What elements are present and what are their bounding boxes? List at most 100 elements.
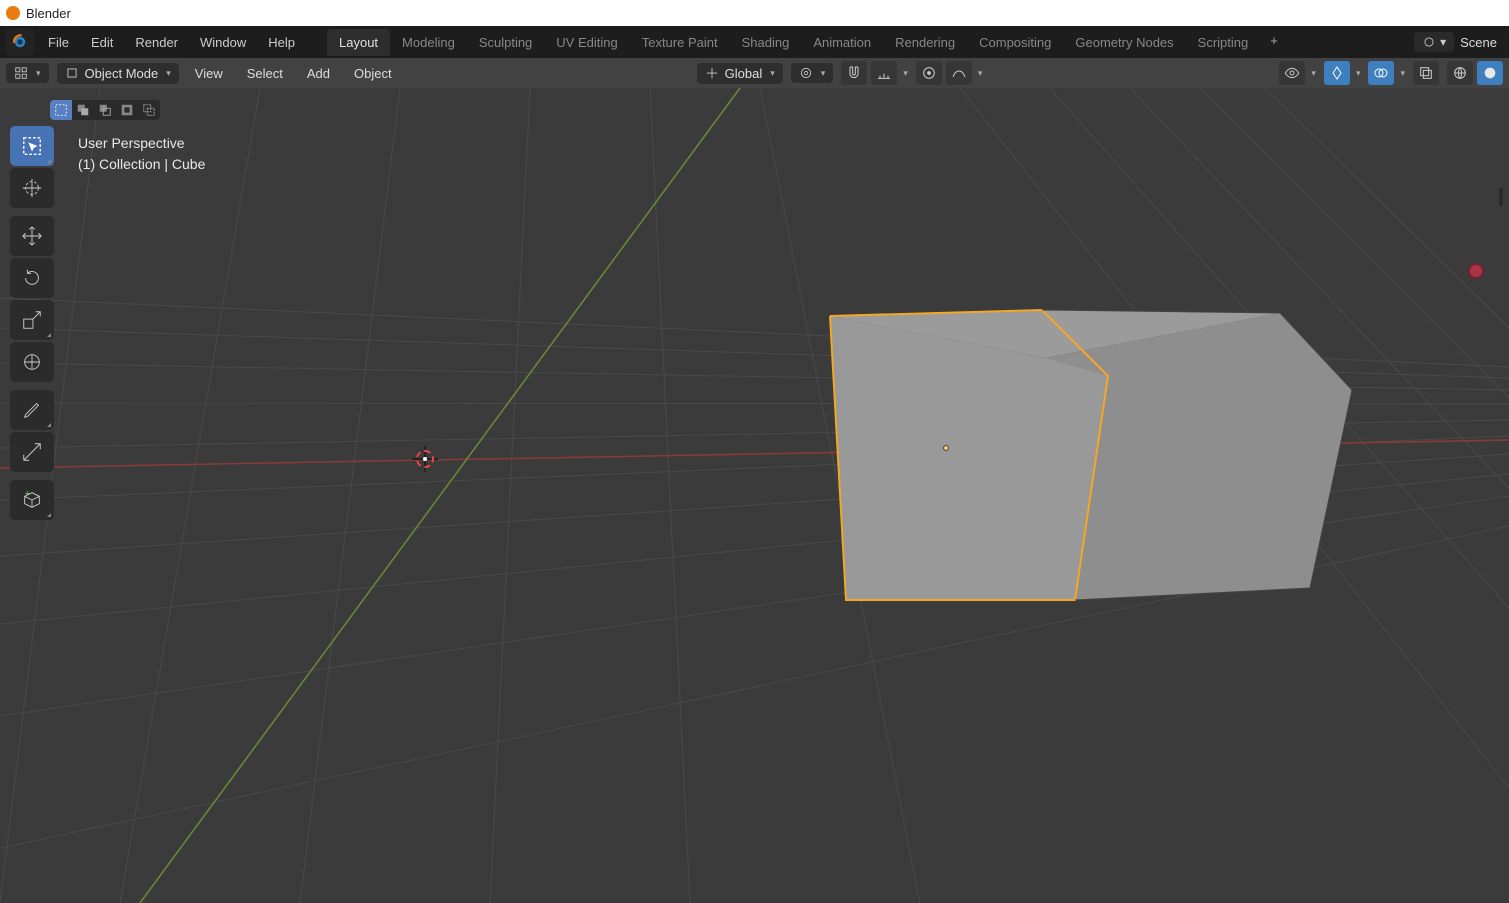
view-mode-label: User Perspective bbox=[78, 133, 205, 154]
window-title: Blender bbox=[26, 6, 71, 21]
menu-file[interactable]: File bbox=[38, 31, 79, 54]
menu-select[interactable]: Select bbox=[239, 62, 291, 85]
sphere-solid-icon bbox=[1482, 65, 1498, 81]
menu-window[interactable]: Window bbox=[190, 31, 256, 54]
chevron-down-icon: ▾ bbox=[1400, 68, 1405, 79]
chevron-down-icon: ▾ bbox=[166, 68, 171, 79]
editor-type-selector[interactable]: ▾ bbox=[6, 63, 49, 83]
menu-add[interactable]: Add bbox=[299, 62, 338, 85]
tab-rendering[interactable]: Rendering bbox=[883, 29, 967, 56]
tab-compositing[interactable]: Compositing bbox=[967, 29, 1063, 56]
gizmo-toggle[interactable] bbox=[1324, 61, 1350, 85]
tab-shading[interactable]: Shading bbox=[730, 29, 802, 56]
shading-solid[interactable] bbox=[1477, 61, 1503, 85]
proportional-toggle[interactable] bbox=[916, 61, 942, 85]
tab-layout[interactable]: Layout bbox=[327, 29, 390, 56]
object-origin bbox=[943, 445, 949, 451]
tab-add-workspace[interactable]: + bbox=[1260, 29, 1288, 56]
menu-edit[interactable]: Edit bbox=[81, 31, 123, 54]
tool-move[interactable] bbox=[10, 216, 54, 256]
tool-measure[interactable] bbox=[10, 432, 54, 472]
tab-scripting[interactable]: Scripting bbox=[1186, 29, 1261, 56]
scene-selector[interactable]: ▾ bbox=[1414, 32, 1454, 52]
object-mode-icon bbox=[65, 66, 79, 80]
axis-gizmo-x[interactable] bbox=[1468, 263, 1484, 279]
chevron-down-icon: ▾ bbox=[770, 68, 775, 79]
chevron-down-icon: ▾ bbox=[821, 68, 826, 79]
scene-name[interactable]: Scene bbox=[1460, 35, 1497, 50]
pivot-point[interactable]: ▾ bbox=[791, 63, 834, 83]
viewport-header: ▾ Object Mode ▾ View Select Add Object G… bbox=[0, 58, 1509, 88]
viewport-info: User Perspective (1) Collection | Cube bbox=[78, 133, 205, 175]
mode-label: Object Mode bbox=[85, 66, 159, 81]
tab-geometry-nodes[interactable]: Geometry Nodes bbox=[1063, 29, 1185, 56]
select-mode-extend[interactable] bbox=[72, 100, 94, 120]
3d-viewport[interactable]: User Perspective (1) Collection | Cube bbox=[0, 88, 1509, 903]
snap-increment-icon bbox=[876, 65, 892, 81]
gizmo-icon bbox=[1329, 65, 1345, 81]
overlays-toggle[interactable] bbox=[1368, 61, 1394, 85]
pivot-icon bbox=[799, 66, 813, 80]
chevron-down-icon: ▾ bbox=[36, 68, 41, 79]
menu-help[interactable]: Help bbox=[258, 31, 305, 54]
svg-text:+: + bbox=[25, 489, 30, 498]
chevron-down-icon: ▾ bbox=[978, 68, 983, 79]
overlays-icon bbox=[1373, 65, 1389, 81]
toolbar: + bbox=[10, 126, 54, 520]
chevron-down-icon: ▾ bbox=[903, 68, 908, 79]
blender-logo-icon bbox=[6, 6, 20, 20]
titlebar: Blender bbox=[0, 0, 1509, 26]
select-mode-intersect[interactable] bbox=[138, 100, 160, 120]
tab-animation[interactable]: Animation bbox=[801, 29, 883, 56]
tab-uv-editing[interactable]: UV Editing bbox=[544, 29, 629, 56]
workspace-tabs: Layout Modeling Sculpting UV Editing Tex… bbox=[327, 29, 1288, 56]
snap-target[interactable] bbox=[871, 61, 897, 85]
circle-dot-icon bbox=[921, 65, 937, 81]
mode-selector[interactable]: Object Mode ▾ bbox=[57, 63, 179, 84]
collection-object-label: (1) Collection | Cube bbox=[78, 154, 205, 175]
chevron-down-icon: ▾ bbox=[1311, 68, 1316, 79]
3d-cursor bbox=[412, 446, 438, 472]
topbar: File Edit Render Window Help Layout Mode… bbox=[0, 26, 1509, 58]
transform-orientation[interactable]: Global ▾ bbox=[697, 63, 783, 84]
tool-transform[interactable] bbox=[10, 342, 54, 382]
select-mode-subtract[interactable] bbox=[94, 100, 116, 120]
blender-icon[interactable] bbox=[6, 28, 34, 56]
n-panel-handle[interactable] bbox=[1499, 188, 1503, 206]
globe-wire-icon bbox=[1452, 65, 1468, 81]
tool-select-box[interactable] bbox=[10, 126, 54, 166]
viewport-scene bbox=[0, 88, 1509, 903]
xray-toggle[interactable] bbox=[1413, 61, 1439, 85]
selection-mode-row bbox=[50, 100, 160, 120]
visibility-popover[interactable] bbox=[1279, 61, 1305, 85]
snap-group: ▾ bbox=[841, 61, 908, 85]
cube-object[interactable] bbox=[830, 310, 1352, 600]
shading-wireframe[interactable] bbox=[1447, 61, 1473, 85]
tool-add-primitive[interactable]: + bbox=[10, 480, 54, 520]
eye-icon bbox=[1284, 65, 1300, 81]
menu-object[interactable]: Object bbox=[346, 62, 400, 85]
snap-toggle[interactable] bbox=[841, 61, 867, 85]
viewport-icon bbox=[14, 66, 28, 80]
tool-annotate[interactable] bbox=[10, 390, 54, 430]
select-mode-invert[interactable] bbox=[116, 100, 138, 120]
chevron-down-icon: ▾ bbox=[1356, 68, 1361, 79]
tool-rotate[interactable] bbox=[10, 258, 54, 298]
tool-cursor[interactable] bbox=[10, 168, 54, 208]
tab-sculpting[interactable]: Sculpting bbox=[467, 29, 544, 56]
scene-icon bbox=[1422, 35, 1436, 49]
orientation-label: Global bbox=[725, 66, 763, 81]
tab-texture-paint[interactable]: Texture Paint bbox=[630, 29, 730, 56]
y-axis bbox=[140, 88, 740, 903]
menu-view[interactable]: View bbox=[187, 62, 231, 85]
select-mode-new[interactable] bbox=[50, 100, 72, 120]
chevron-down-icon: ▾ bbox=[1440, 35, 1446, 49]
magnet-icon bbox=[846, 65, 862, 81]
tool-scale[interactable] bbox=[10, 300, 54, 340]
proportional-falloff[interactable] bbox=[946, 61, 972, 85]
menu-render[interactable]: Render bbox=[125, 31, 188, 54]
xray-icon bbox=[1418, 65, 1434, 81]
falloff-icon bbox=[951, 65, 967, 81]
shading-modes bbox=[1447, 61, 1503, 85]
tab-modeling[interactable]: Modeling bbox=[390, 29, 467, 56]
